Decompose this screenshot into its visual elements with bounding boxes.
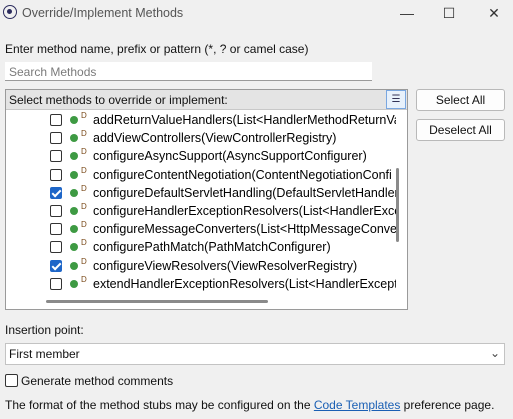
public-method-icon [70,207,78,215]
default-method-marker: D [81,220,87,230]
method-checkbox[interactable] [50,277,62,290]
method-name: configureViewResolvers(ViewResolverRegis… [93,258,358,273]
method-row[interactable]: DconfigureAsyncSupport(AsyncSupportConfi… [6,147,396,165]
method-checkbox[interactable] [50,205,62,217]
method-name: configurePathMatch(PathMatchConfigurer) [93,240,331,255]
method-row[interactable]: DconfigureContentNegotiation(ContentNego… [6,166,396,184]
insertion-point-label: Insertion point: [5,323,84,337]
select-all-button[interactable]: Select All [416,89,505,111]
public-method-icon [70,152,78,161]
method-checkbox[interactable] [50,114,62,126]
method-name: addReturnValueHandlers(List<HandlerMetho… [93,113,396,127]
method-name: addViewControllers(ViewControllerRegistr… [93,131,337,146]
chevron-down-icon: ⌄ [490,346,501,360]
footer-suffix: preference page. [400,398,495,412]
method-checkbox[interactable] [50,241,62,254]
method-row[interactable]: DconfigureDefaultServletHandling(Default… [6,184,396,202]
search-placeholder: Search Methods [9,65,97,79]
public-method-icon [70,279,78,288]
maximize-button[interactable]: ☐ [434,3,464,23]
method-checkbox[interactable] [50,168,62,181]
method-checkbox[interactable] [50,259,62,272]
default-method-marker: D [81,165,87,175]
method-name: configureDefaultServletHandling(DefaultS… [93,185,396,200]
public-method-icon [70,134,78,143]
public-method-icon [70,261,78,270]
default-method-marker: D [81,202,87,211]
insertion-point-select[interactable] [5,343,505,365]
default-method-marker: D [81,256,87,266]
horizontal-scrollbar[interactable] [46,300,268,303]
method-checkbox[interactable] [50,150,62,163]
default-method-marker: D [81,274,87,284]
vertical-scrollbar[interactable] [396,168,399,242]
search-label: Enter method name, prefix or pattern (*,… [5,42,309,56]
footer-prefix: The format of the method stubs may be co… [5,398,314,412]
method-checkbox[interactable] [50,132,62,145]
method-checkbox[interactable] [50,186,62,199]
close-button[interactable]: ✕ [479,3,509,23]
generate-comments-checkbox[interactable] [5,374,18,387]
minimize-button[interactable]: — [392,3,422,23]
default-method-marker: D [81,111,87,120]
methods-tree-header-label: Select methods to override or implement: [9,93,228,107]
public-method-icon [70,243,78,252]
method-name: extendHandlerExceptionResolvers(List<Han… [93,276,396,291]
public-method-icon [70,188,78,197]
method-row[interactable]: DextendHandlerExceptionResolvers(List<Ha… [6,275,396,293]
footer-text: The format of the method stubs may be co… [5,398,494,412]
sort-by-type-toggle-icon[interactable]: ☰ [386,90,406,109]
default-method-marker: D [81,147,87,157]
default-method-marker: D [81,238,87,248]
methods-list: DaddReturnValueHandlers(List<HandlerMeth… [6,111,396,297]
method-name: configureAsyncSupport(AsyncSupportConfig… [93,149,367,164]
public-method-icon [70,170,78,179]
method-row[interactable]: DaddViewControllers(ViewControllerRegist… [6,129,396,147]
method-row[interactable]: DconfigureMessageConverters(List<HttpMes… [6,220,396,238]
insertion-point-value: First member [9,347,80,361]
default-method-marker: D [81,129,87,139]
method-row[interactable]: DconfigurePathMatch(PathMatchConfigurer) [6,238,396,256]
public-method-icon [70,116,78,124]
generate-comments-label: Generate method comments [21,374,174,388]
default-method-marker: D [81,183,87,193]
method-row[interactable]: DconfigureViewResolvers(ViewResolverRegi… [6,257,396,275]
eclipse-app-icon [3,5,17,19]
deselect-all-button[interactable]: Deselect All [416,119,505,141]
method-name: configureContentNegotiation(ContentNegot… [93,167,392,182]
method-row[interactable]: DaddReturnValueHandlers(List<HandlerMeth… [6,111,396,129]
method-name: configureMessageConverters(List<HttpMess… [93,222,396,237]
method-name: configureHandlerExceptionResolvers(List<… [93,204,396,218]
window-title: Override/Implement Methods [22,6,184,20]
method-checkbox[interactable] [50,223,62,236]
method-row[interactable]: DconfigureHandlerExceptionResolvers(List… [6,202,396,220]
public-method-icon [70,225,78,234]
code-templates-link[interactable]: Code Templates [314,398,401,412]
